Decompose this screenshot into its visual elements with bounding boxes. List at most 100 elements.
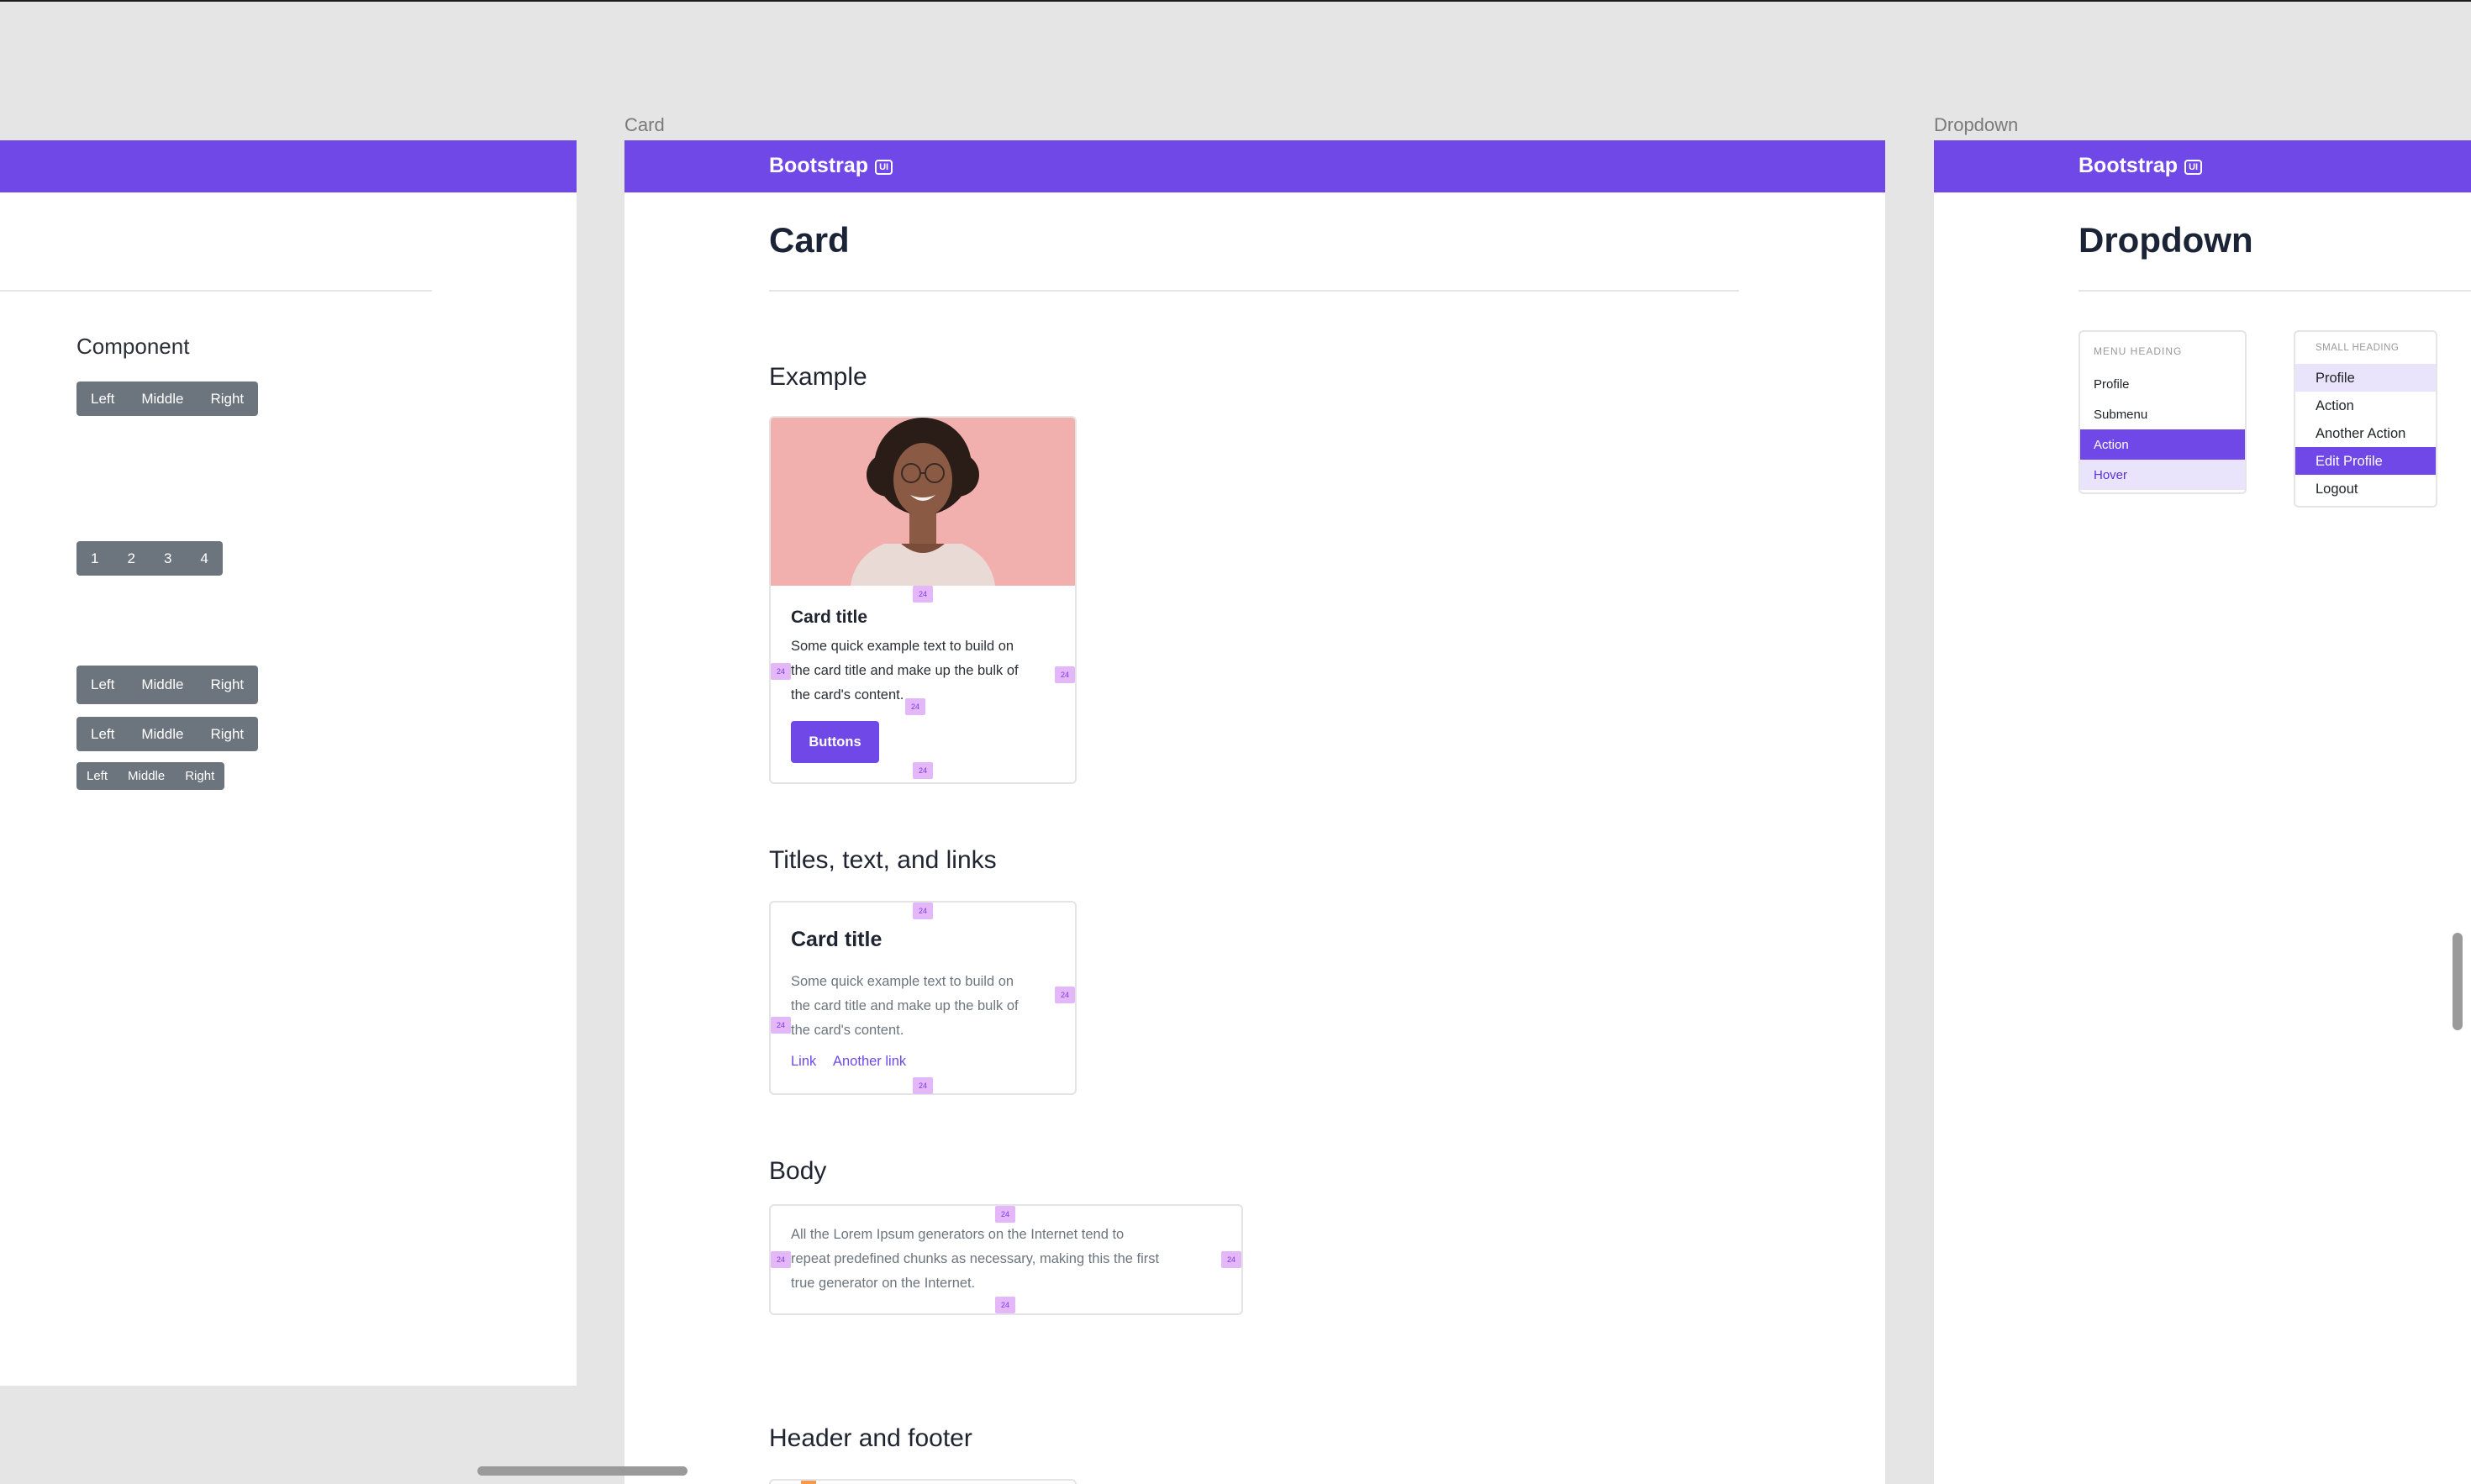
- horizontal-scrollbar[interactable]: [477, 1466, 688, 1476]
- page-title: Dropdown: [2078, 220, 2253, 260]
- frame-button-group[interactable]: Component Left Middle Right 1 2 3 4 Left…: [0, 140, 577, 1386]
- section-title-titles: Titles, text, and links: [769, 846, 997, 874]
- btn-middle[interactable]: Middle: [128, 382, 197, 416]
- brand-name: Bootstrap: [2078, 154, 2179, 177]
- menu-item-label: Edit Profile: [2316, 454, 2383, 469]
- section-title-example: Example: [769, 363, 867, 391]
- section-title-header-footer: Header and footer: [769, 1424, 972, 1452]
- menu-item-submenu[interactable]: Submenu: [2080, 399, 2245, 429]
- btn-middle[interactable]: Middle: [128, 717, 197, 751]
- spacing-marker: 24: [771, 1017, 791, 1034]
- title-divider: [2078, 290, 2471, 292]
- card-text: Some quick example text to build on the …: [791, 634, 1019, 708]
- menu-heading: SMALL HEADING: [2316, 343, 2400, 353]
- body-text-line: true generator on the Internet.: [791, 1276, 976, 1291]
- brand[interactable]: Bootstrap UI: [769, 154, 893, 178]
- spacing-marker: 24: [913, 762, 933, 779]
- pagination: 1 2 3 4: [76, 541, 223, 576]
- menu-item-label: Logout: [2316, 482, 2358, 497]
- spacing-marker: 24: [1055, 987, 1075, 1003]
- spacing-marker: 24: [913, 903, 933, 919]
- navbar: Bootstrap UI: [624, 140, 1885, 192]
- button-group-medium: Left Middle Right: [76, 717, 259, 751]
- btn-left[interactable]: Left: [76, 717, 128, 751]
- card-text-line: the card's content.: [791, 1023, 904, 1038]
- card-title: Card title: [791, 608, 868, 627]
- menu-item-label: Another Action: [2316, 426, 2406, 441]
- btn-right[interactable]: Right: [197, 717, 258, 751]
- menu-item-label: Submenu: [2094, 408, 2148, 422]
- card-text: Some quick example text to build on the …: [791, 970, 1019, 1043]
- spacing-marker: 24: [1221, 1251, 1241, 1268]
- spacing-marker: 24: [913, 1077, 933, 1094]
- btn-left[interactable]: Left: [76, 382, 128, 416]
- frame-dropdown[interactable]: Bootstrap UI Dropdown MENU HEADING Profil…: [1934, 140, 2471, 1484]
- button-group-small: Left Middle Right: [76, 762, 225, 790]
- menu-item-label: Action: [2094, 438, 2129, 452]
- accent-mark: [801, 1481, 816, 1484]
- brand-ui-badge: UI: [2184, 160, 2203, 175]
- menu-item-label: Profile: [2316, 371, 2355, 386]
- card-text-line: the card title and make up the bulk of: [791, 663, 1019, 678]
- body-text-line: repeat predefined chunks as necessary, m…: [791, 1251, 1160, 1266]
- page-1[interactable]: 1: [76, 541, 113, 576]
- component-title: Component: [76, 334, 190, 359]
- menu-item-profile-hover[interactable]: Profile: [2295, 364, 2436, 392]
- card-title: Card title: [791, 928, 882, 951]
- menu-item-action-active[interactable]: Action: [2080, 429, 2245, 460]
- section-title-body: Body: [769, 1157, 827, 1185]
- navbar: Bootstrap UI: [1934, 140, 2471, 192]
- brand-name: Bootstrap: [769, 154, 869, 177]
- btn-right[interactable]: Right: [175, 762, 224, 790]
- menu-item-edit-profile-active[interactable]: Edit Profile: [2295, 447, 2436, 475]
- card-link[interactable]: Link: [791, 1054, 816, 1070]
- menu-heading: MENU HEADING: [2094, 345, 2183, 357]
- button-group: Left Middle Right: [76, 382, 259, 416]
- page-title: Card: [769, 220, 850, 260]
- vertical-scrollbar[interactable]: [2453, 933, 2463, 1030]
- menu-item-label: Profile: [2094, 377, 2130, 392]
- spacing-marker: 24: [913, 586, 933, 603]
- title-divider: [0, 290, 432, 292]
- card-text-line: the card title and make up the bulk of: [791, 998, 1019, 1013]
- btn-middle[interactable]: Middle: [128, 666, 197, 704]
- page-3[interactable]: 3: [150, 541, 186, 576]
- spacing-marker: 24: [771, 1251, 791, 1268]
- dropdown-menu-2: SMALL HEADING Profile Action Another Act…: [2294, 330, 2437, 508]
- spacing-marker: 24: [995, 1206, 1015, 1223]
- frame-label-card: Card: [624, 114, 665, 135]
- body-text: All the Lorem Ipsum generators on the In…: [791, 1223, 1159, 1296]
- menu-item-logout[interactable]: Logout: [2295, 475, 2436, 503]
- brand[interactable]: Bootstrap UI: [2078, 154, 2203, 178]
- navbar: [0, 140, 577, 192]
- menu-item-another-action[interactable]: Another Action: [2295, 419, 2436, 447]
- frame-label-dropdown: Dropdown: [1934, 114, 2019, 135]
- card-image: [771, 418, 1075, 586]
- brand-ui-badge: UI: [875, 160, 893, 175]
- menu-item-hover[interactable]: Hover: [2080, 460, 2245, 490]
- page-4[interactable]: 4: [186, 541, 222, 576]
- dropdown-menu-1: MENU HEADING Profile Submenu Action Hove…: [2078, 330, 2247, 494]
- menu-item-label: Hover: [2094, 468, 2128, 482]
- titles-card: 24 Card title Some quick example text to…: [769, 901, 1077, 1095]
- menu-item-profile[interactable]: Profile: [2080, 369, 2245, 399]
- btn-right[interactable]: Right: [197, 666, 258, 704]
- example-card: 24 Card title Some quick example text to…: [769, 416, 1077, 784]
- spacing-marker: 24: [771, 663, 791, 680]
- card-text-line: Some quick example text to build on: [791, 639, 1014, 654]
- card-button[interactable]: Buttons: [791, 721, 879, 763]
- menu-item-action[interactable]: Action: [2295, 392, 2436, 419]
- btn-right[interactable]: Right: [197, 382, 258, 416]
- btn-left[interactable]: Left: [76, 762, 118, 790]
- body-card: 24 All the Lorem Ipsum generators on the…: [769, 1204, 1243, 1315]
- card-link[interactable]: Another link: [833, 1054, 906, 1070]
- page-2[interactable]: 2: [113, 541, 149, 576]
- canvas-top-border: [0, 0, 2471, 2]
- frame-card[interactable]: Bootstrap UI Card Example 24 Card title …: [624, 140, 1885, 1484]
- portrait-illustration: [851, 418, 995, 586]
- btn-middle[interactable]: Middle: [118, 762, 175, 790]
- body-text-line: All the Lorem Ipsum generators on the In…: [791, 1227, 1125, 1242]
- spacing-marker: 24: [905, 698, 925, 715]
- btn-left[interactable]: Left: [76, 666, 128, 704]
- card-text-line: Some quick example text to build on: [791, 974, 1014, 989]
